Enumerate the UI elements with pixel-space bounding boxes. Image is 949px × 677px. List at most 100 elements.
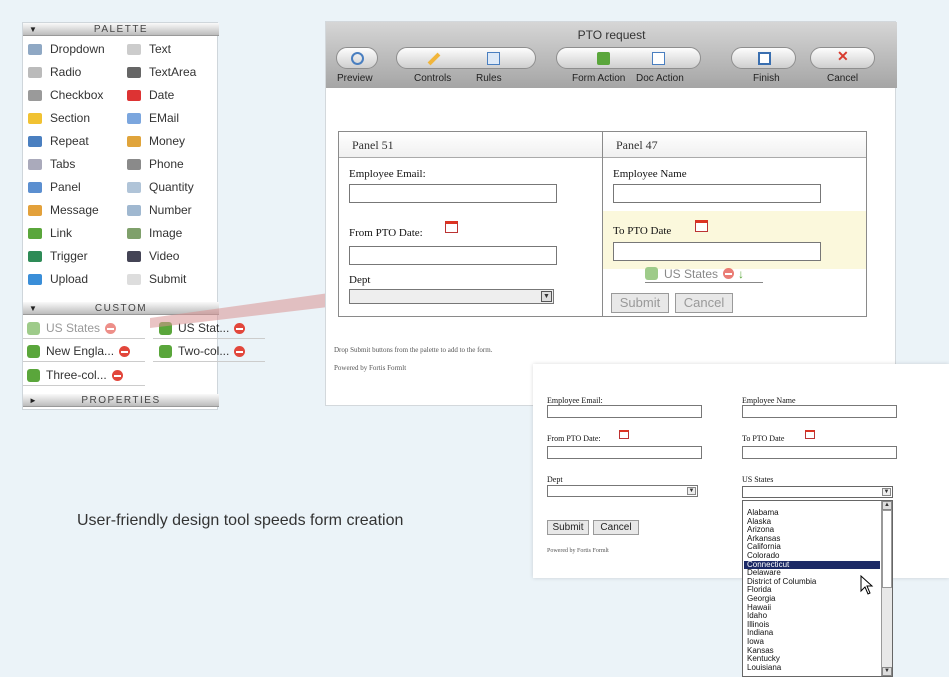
- custom-title: CUSTOM: [94, 303, 148, 314]
- state-option[interactable]: Alabama: [747, 509, 779, 517]
- remove-icon[interactable]: [119, 345, 131, 357]
- state-option[interactable]: Idaho: [747, 612, 767, 620]
- phone-icon: [127, 158, 141, 170]
- panel-51[interactable]: Panel 51 Employee Email: From PTO Date: …: [338, 131, 603, 317]
- palette-left-item-dropdown[interactable]: Dropdown: [28, 38, 105, 60]
- controls-label[interactable]: Controls: [414, 73, 451, 84]
- custom-item-three-col[interactable]: Three-col...: [23, 365, 145, 386]
- cancel-toolbar-button[interactable]: ✕: [810, 47, 875, 69]
- employee-name-label: Employee Name: [613, 168, 687, 180]
- us-states-label: US States: [742, 475, 774, 484]
- calendar-icon[interactable]: [805, 430, 815, 439]
- remove-icon[interactable]: [105, 322, 117, 334]
- employee-email-field[interactable]: [349, 184, 557, 203]
- employee-name-field[interactable]: [742, 405, 897, 418]
- state-option[interactable]: Arizona: [747, 526, 774, 534]
- puzzle-icon: [27, 344, 40, 358]
- remove-icon[interactable]: [723, 268, 735, 279]
- expand-arrow-icon[interactable]: ►: [29, 394, 38, 407]
- drop-hint: Drop Submit buttons from the palette to …: [334, 346, 493, 354]
- rules-label[interactable]: Rules: [476, 73, 502, 84]
- palette-left-item-trigger[interactable]: Trigger: [28, 245, 88, 267]
- calendar-icon[interactable]: [445, 221, 458, 233]
- controls-rules-toggle[interactable]: [396, 47, 536, 69]
- state-option[interactable]: Louisiana: [747, 663, 781, 672]
- from-pto-date-field[interactable]: [349, 246, 557, 265]
- palette-right-item-text[interactable]: Text: [127, 38, 171, 60]
- palette-left-item-repeat[interactable]: Repeat: [28, 130, 89, 152]
- preview-button[interactable]: [336, 47, 378, 69]
- palette-left-item-link[interactable]: Link: [28, 222, 72, 244]
- doc-action-label[interactable]: Doc Action: [636, 73, 684, 84]
- palette-left-item-panel[interactable]: Panel: [28, 176, 81, 198]
- palette-right-item-date[interactable]: Date: [127, 84, 174, 106]
- magnifier-icon: [351, 52, 364, 65]
- form-action-label[interactable]: Form Action: [572, 73, 625, 84]
- message-icon: [28, 204, 42, 216]
- quantity-icon: [127, 181, 141, 193]
- scroll-down-icon[interactable]: ▼: [882, 667, 892, 676]
- palette-right-item-quantity[interactable]: Quantity: [127, 176, 194, 198]
- from-pto-date-field[interactable]: [547, 446, 702, 459]
- collapse-arrow-icon[interactable]: ▼: [29, 23, 38, 36]
- employee-email-field[interactable]: [547, 405, 702, 418]
- palette-item-label: Section: [50, 111, 91, 125]
- palette-right-item-money[interactable]: Money: [127, 130, 185, 152]
- palette-right-item-email[interactable]: EMail: [127, 107, 179, 129]
- scrollbar-thumb[interactable]: [882, 510, 892, 588]
- dept-select[interactable]: ▼: [547, 485, 698, 497]
- remove-icon[interactable]: [111, 369, 123, 381]
- dragged-us-states-item[interactable]: US States ↓: [645, 265, 763, 283]
- chevron-down-icon[interactable]: ▼: [687, 487, 696, 495]
- tabs-icon: [28, 158, 42, 170]
- palette-left-item-section[interactable]: Section: [28, 107, 90, 129]
- employee-name-field[interactable]: [613, 184, 821, 203]
- calendar-icon[interactable]: [619, 430, 629, 439]
- to-pto-date-field[interactable]: [742, 446, 897, 459]
- dept-select[interactable]: ▼: [349, 289, 554, 304]
- palette-header[interactable]: ▼ PALETTE: [23, 23, 219, 36]
- state-option[interactable]: Colorado: [747, 552, 779, 560]
- state-option[interactable]: Georgia: [747, 595, 775, 603]
- state-option[interactable]: Iowa: [747, 638, 764, 646]
- palette-right-item-textarea[interactable]: TextArea: [127, 61, 196, 83]
- save-icon: [758, 52, 771, 65]
- palette-right-item-phone[interactable]: Phone: [127, 153, 184, 175]
- panel-title: Panel 51: [339, 132, 602, 158]
- palette-left-item-tabs[interactable]: Tabs: [28, 153, 75, 175]
- video-icon: [127, 250, 141, 262]
- puzzle-icon: [27, 368, 40, 382]
- state-option[interactable]: Kentucky: [747, 655, 780, 663]
- panel-47[interactable]: Panel 47 Employee Name To PTO Date US St…: [602, 131, 867, 317]
- form-doc-action-group[interactable]: [556, 47, 701, 69]
- collapse-arrow-icon[interactable]: ▼: [29, 302, 38, 315]
- properties-header[interactable]: ► PROPERTIES: [23, 394, 219, 407]
- custom-item-new-england[interactable]: New Engla...: [23, 341, 145, 362]
- palette-left-item-checkbox[interactable]: Checkbox: [28, 84, 103, 106]
- form-action-icon: [597, 52, 610, 65]
- palette-left-item-upload[interactable]: Upload: [28, 268, 88, 290]
- chevron-down-icon[interactable]: ▼: [541, 291, 552, 302]
- scrollbar[interactable]: ▲ ▼: [881, 501, 892, 676]
- palette-left-item-radio[interactable]: Radio: [28, 61, 81, 83]
- custom-item-us-states[interactable]: US States: [23, 318, 145, 339]
- cancel-button[interactable]: Cancel: [593, 520, 639, 535]
- remove-icon[interactable]: [234, 345, 246, 357]
- to-pto-date-field[interactable]: [613, 242, 821, 261]
- custom-item-two-col[interactable]: Two-col...: [153, 341, 265, 362]
- state-option[interactable]: Delaware: [747, 569, 781, 577]
- cancel-button[interactable]: Cancel: [675, 293, 733, 313]
- calendar-icon[interactable]: [695, 220, 708, 232]
- caption: User-friendly design tool speeds form cr…: [77, 512, 404, 529]
- puzzle-icon: [159, 344, 172, 358]
- submit-button[interactable]: Submit: [611, 293, 669, 313]
- palette-left-item-message[interactable]: Message: [28, 199, 99, 221]
- image-icon: [127, 227, 141, 239]
- palette-panel: ▼ PALETTE Dropdown Radio Checkbox Section Re…: [22, 22, 265, 410]
- us-states-select[interactable]: ▼: [742, 486, 893, 498]
- scroll-up-icon[interactable]: ▲: [882, 501, 892, 510]
- chevron-down-icon[interactable]: ▼: [882, 488, 891, 496]
- submit-button[interactable]: Submit: [547, 520, 589, 535]
- finish-button[interactable]: [731, 47, 796, 69]
- dept-label: Dept: [547, 475, 563, 484]
